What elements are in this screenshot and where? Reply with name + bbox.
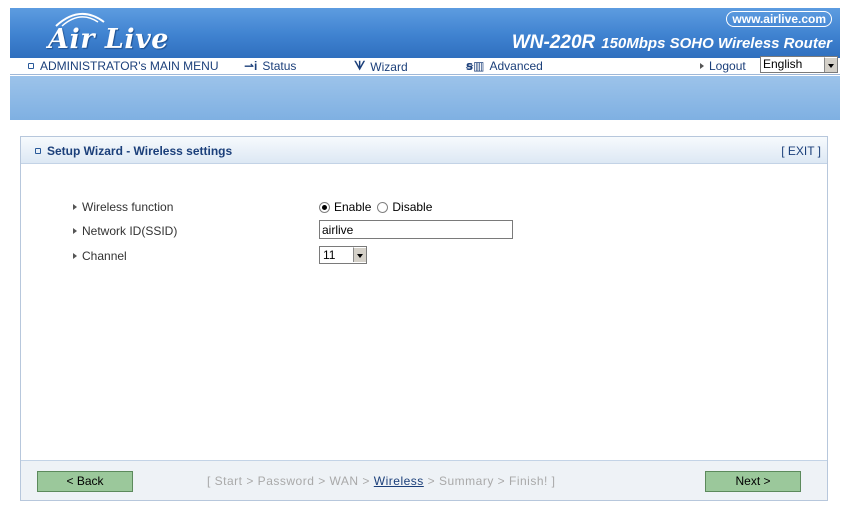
enable-radio[interactable] — [319, 201, 330, 213]
arrow-right-icon — [73, 228, 77, 234]
menu-logout[interactable]: Logout — [700, 59, 746, 73]
wizard-steps-breadcrumb: [ Start > Password > WAN > Wireless > Su… — [207, 474, 556, 488]
menu-status-label: Status — [262, 59, 297, 73]
panel-title: Setup Wizard - Wireless settings — [35, 144, 232, 158]
channel-label: Channel — [82, 249, 127, 263]
enable-radio-label: Enable — [334, 200, 372, 214]
menu-logout-label: Logout — [709, 59, 746, 73]
ssid-row: Network ID(SSID) — [73, 224, 177, 238]
channel-select[interactable]: 11 — [319, 246, 367, 264]
steps-before: [ Start > Password > WAN > — [207, 474, 374, 488]
panel-body: Wireless function Enable Disable Network… — [21, 165, 827, 462]
channel-select-value: 11 — [323, 248, 336, 262]
ssid-control — [319, 220, 513, 239]
menu-main-label: ADMINISTRATOR's MAIN MENU — [40, 59, 219, 73]
chevron-down-icon[interactable] — [824, 57, 837, 72]
model-title: WN-220R 150Mbps SOHO Wireless Router — [512, 32, 832, 54]
menu-status[interactable]: ⇀i Status — [244, 59, 296, 73]
model-description: 150Mbps SOHO Wireless Router — [601, 35, 832, 52]
status-person-icon: ⇀i — [244, 59, 258, 73]
disable-radio[interactable] — [377, 201, 389, 213]
ssid-input[interactable] — [319, 220, 513, 239]
square-bullet-icon — [35, 148, 41, 154]
wireless-function-row: Wireless function — [73, 200, 173, 214]
square-bullet-icon — [28, 63, 34, 69]
panel-header: Setup Wizard - Wireless settings [ EXIT … — [21, 137, 827, 164]
header-banner: Air Live www.airlive.com WN-220R 150Mbps … — [10, 8, 840, 58]
main-menu-bar: ADMINISTRATOR's MAIN MENU ⇀i Status ᗐ Wi… — [10, 56, 840, 75]
wireless-function-radios: Enable Disable — [319, 200, 438, 214]
ssid-label: Network ID(SSID) — [82, 224, 178, 238]
disable-radio-label: Disable — [392, 200, 433, 214]
arrow-right-icon — [73, 204, 77, 210]
panel-title-text: Setup Wizard - Wireless settings — [47, 144, 233, 158]
menu-main[interactable]: ADMINISTRATOR's MAIN MENU — [28, 59, 219, 73]
wizard-panel: Setup Wizard - Wireless settings [ EXIT … — [20, 136, 828, 501]
exit-link[interactable]: [ EXIT ] — [781, 144, 821, 158]
arrow-right-icon — [73, 253, 77, 259]
menu-wizard[interactable]: ᗐ Wizard — [354, 59, 408, 74]
menu-advanced[interactable]: ꞩ▥ Advanced — [466, 59, 543, 73]
language-select-value: English — [763, 57, 803, 71]
advanced-tools-icon: ꞩ▥ — [466, 59, 485, 73]
channel-control: 11 — [319, 246, 367, 264]
model-name: WN-220R — [511, 32, 596, 53]
wireless-function-label: Wireless function — [82, 200, 174, 214]
channel-row: Channel — [73, 249, 127, 263]
chevron-down-icon[interactable] — [353, 247, 366, 262]
menu-wizard-label: Wizard — [370, 59, 408, 74]
wizard-wand-icon: ᗐ — [354, 59, 366, 73]
arrow-right-icon — [700, 63, 704, 69]
steps-current[interactable]: Wireless — [374, 474, 424, 488]
language-select[interactable]: English — [760, 56, 838, 73]
decorative-band — [10, 76, 840, 120]
menu-advanced-label: Advanced — [489, 59, 543, 73]
steps-after: > Summary > Finish! ] — [423, 474, 556, 488]
panel-footer: < Back [ Start > Password > WAN > Wirele… — [21, 460, 827, 500]
brand-logo: Air Live — [48, 24, 169, 55]
back-button[interactable]: < Back — [37, 471, 133, 492]
next-button[interactable]: Next > — [705, 471, 801, 492]
site-url-link[interactable]: www.airlive.com — [726, 11, 832, 27]
